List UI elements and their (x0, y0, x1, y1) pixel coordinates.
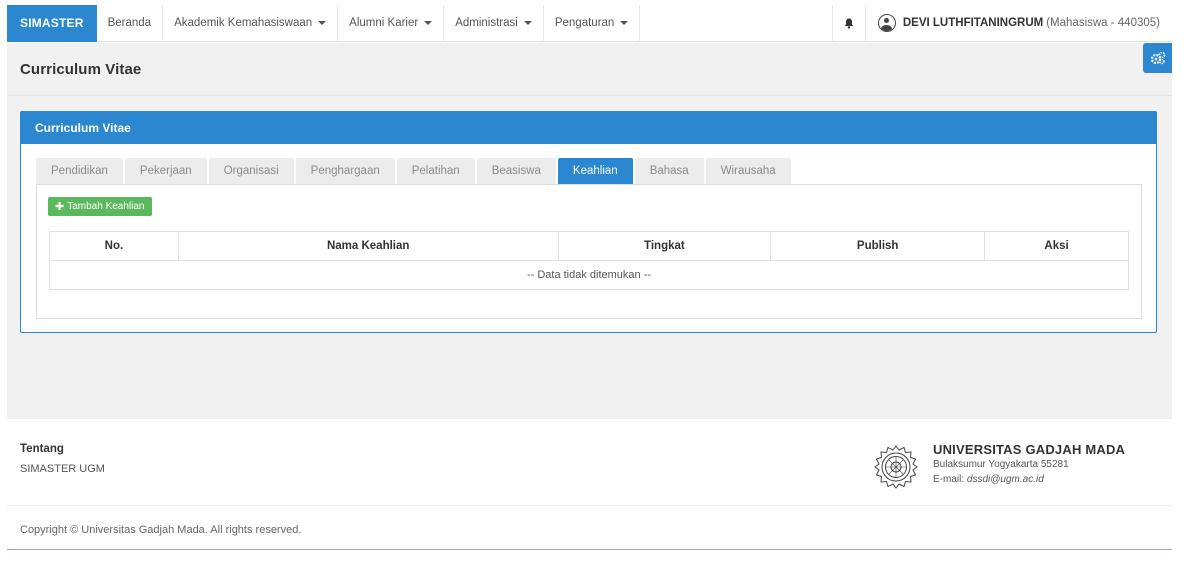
panel-title: Curriculum Vitae (21, 112, 1156, 144)
notification-button[interactable] (831, 4, 866, 42)
column-header-nama-keahlian[interactable]: Nama Keahlian (177, 231, 559, 261)
top-navbar: SIMASTER Beranda Akademik Kemahasiswaan … (7, 4, 1172, 42)
caret-down-icon (424, 21, 433, 25)
tab-beasiswa[interactable]: Beasiswa (476, 158, 556, 184)
nav-item-beranda[interactable]: Beranda (97, 4, 164, 42)
column-header-tingkat[interactable]: Tingkat (557, 231, 772, 261)
nav-item-akademik-kemahasiswaan[interactable]: Akademik Kemahasiswaan (163, 4, 339, 42)
tab-penghargaan[interactable]: Penghargaan (295, 158, 395, 184)
tab-bahasa[interactable]: Bahasa (634, 158, 704, 184)
keahlian-tab-pane: ✚ Tambah Keahlian No. Nama Keahlian Ting… (36, 184, 1142, 319)
settings-button[interactable] (1143, 43, 1172, 73)
empty-message: -- Data tidak ditemukan -- (49, 260, 1129, 290)
column-header-aksi: Aksi (984, 231, 1129, 261)
add-keahlian-label: Tambah Keahlian (67, 201, 145, 212)
footer-copyright-bar: Copyright © Universitas Gadjah Mada. All… (7, 506, 1172, 550)
footer-university-name: UNIVERSITAS GADJAH MADA (933, 442, 1126, 457)
nav-item-label: Administrasi (455, 17, 518, 29)
tab-pekerjaan[interactable]: Pekerjaan (124, 158, 207, 184)
bell-icon (844, 18, 854, 29)
footer-about-title: Tentang (20, 443, 64, 455)
tab-keahlian[interactable]: Keahlian (557, 158, 633, 184)
nav-item-label: Alumni Karier (349, 17, 419, 29)
footer-email: E-mail: dssdi@ugm.ac.id (933, 474, 1044, 485)
user-name: DEVI LUTHFITANINGRUM (902, 17, 1044, 29)
page-title: Curriculum Vitae (20, 61, 142, 78)
caret-down-icon (620, 21, 629, 25)
nav-item-pengaturan[interactable]: Pengaturan (544, 4, 641, 42)
tab-pendidikan[interactable]: Pendidikan (36, 158, 123, 184)
column-header-no[interactable]: No. (49, 231, 179, 261)
footer-email-link[interactable]: dssdi@ugm.ac.id (967, 474, 1044, 485)
tab-organisasi[interactable]: Organisasi (208, 158, 294, 184)
footer-about-text: SIMASTER UGM (20, 463, 105, 475)
user-role: (Mahasiswa - 440305) (1046, 17, 1160, 29)
table-header-row: No. Nama Keahlian Tingkat Publish Aksi (49, 231, 1129, 261)
column-header-publish[interactable]: Publish (770, 231, 986, 261)
user-menu[interactable]: DEVI LUTHFITANINGRUM (Mahasiswa - 440305… (866, 5, 1172, 42)
caret-down-icon (318, 21, 327, 25)
caret-down-icon (523, 21, 532, 25)
cv-tabs: Pendidikan Pekerjaan Organisasi Pengharg… (36, 158, 793, 184)
user-avatar-icon (877, 14, 896, 32)
add-keahlian-button[interactable]: ✚ Tambah Keahlian (48, 197, 152, 216)
nav-item-administrasi[interactable]: Administrasi (444, 4, 544, 42)
nav-item-label: Beranda (107, 17, 152, 29)
plus-icon: ✚ (55, 201, 65, 213)
cv-panel: Curriculum Vitae Pendidikan Pekerjaan Or… (20, 111, 1157, 333)
nav-item-label: Pengaturan (554, 17, 615, 29)
brand-logo[interactable]: SIMASTER (7, 4, 97, 42)
footer: Tentang SIMASTER UGM UNIVERSITAS GADJAH … (7, 418, 1172, 506)
footer-email-label: E-mail: (933, 474, 967, 485)
keahlian-table: No. Nama Keahlian Tingkat Publish Aksi -… (49, 231, 1129, 290)
tab-wirausaha[interactable]: Wirausaha (705, 158, 791, 184)
footer-address: Bulaksumur Yogyakarta 55281 (933, 459, 1069, 470)
ugm-seal-logo (874, 445, 918, 489)
nav-item-label: Akademik Kemahasiswaan (174, 17, 313, 29)
tab-pelatihan[interactable]: Pelatihan (396, 158, 475, 184)
gears-icon (1150, 51, 1165, 65)
copyright-text: Copyright © Universitas Gadjah Mada. All… (20, 524, 302, 536)
nav-item-alumni-karier[interactable]: Alumni Karier (338, 4, 445, 42)
table-row: -- Data tidak ditemukan -- (49, 260, 1129, 290)
page-header: Curriculum Vitae (7, 43, 1172, 96)
navbar-right: DEVI LUTHFITANINGRUM (Mahasiswa - 440305… (831, 4, 1172, 42)
